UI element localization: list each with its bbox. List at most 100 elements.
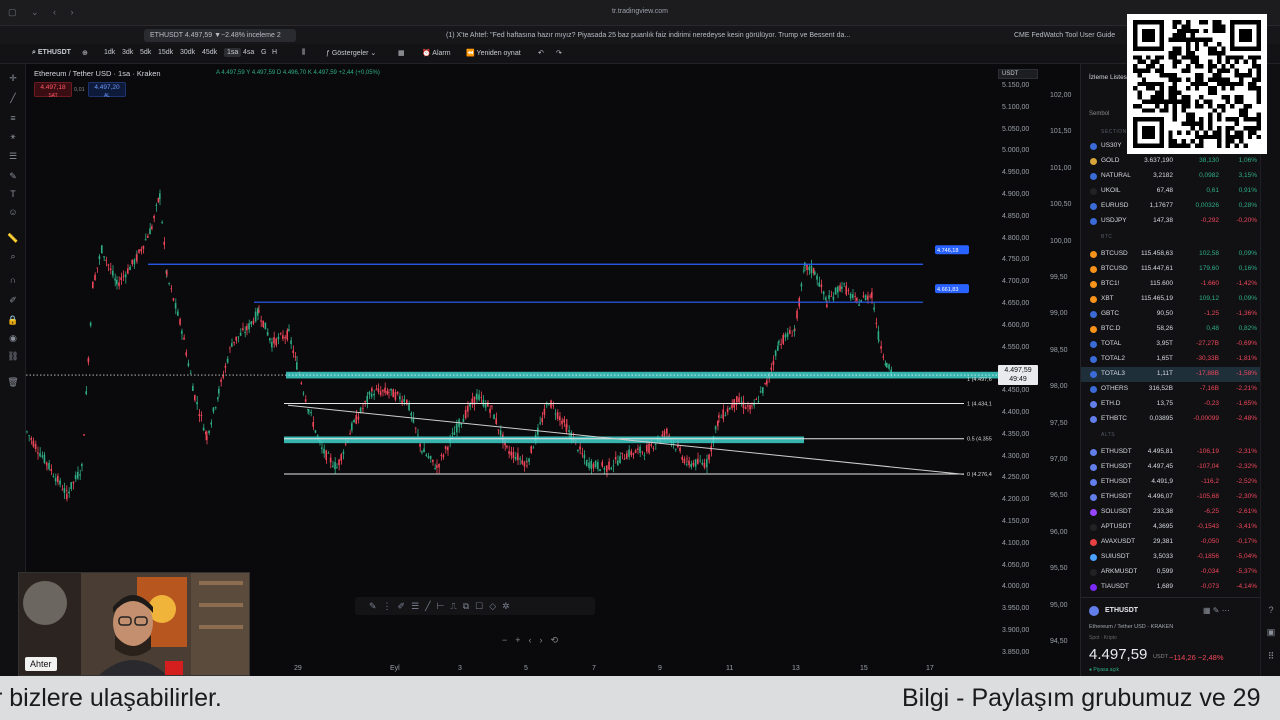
buy-button[interactable]: 4.497,20 AL (88, 82, 126, 99)
interval-1h[interactable]: 1sa (224, 48, 242, 57)
watchlist-row[interactable]: TOTAL2 1,65T -30,33B -1,81% (1081, 352, 1261, 367)
add-symbol-icon[interactable]: ⊕ (82, 49, 88, 57)
qr-module (1256, 95, 1261, 100)
interval-45m[interactable]: 45dk (202, 49, 217, 56)
crosshair-icon[interactable]: ✛ (7, 72, 19, 84)
detail-symbol[interactable]: ETHUSDT (1105, 607, 1138, 614)
watchlist-row[interactable]: ETH.D 13,75 -0,23 -1,65% (1081, 397, 1261, 412)
candle-body (588, 462, 590, 468)
price-tick-label: 4.150,00 (1002, 518, 1030, 525)
watchlist-row[interactable]: GBTC 90,50 -1,25 -1,36% (1081, 307, 1261, 322)
horizontal-lines-icon[interactable]: ≡ (7, 112, 19, 124)
emoji-icon[interactable]: ☺ (7, 206, 19, 218)
magnet-icon[interactable]: ∩ (7, 274, 19, 286)
watchlist-row[interactable]: TOTAL 3,95T -27,27B -0,69% (1081, 337, 1261, 352)
watchlist-row[interactable]: ETHUSDT 4.496,07 -105,68 -2,30% (1081, 490, 1261, 505)
pencil-lock-icon[interactable]: ✐ (7, 294, 19, 306)
tab-cme-fedwatch[interactable]: CME FedWatch Tool User Guide (1008, 29, 1126, 42)
fib-icon[interactable]: ☰ (7, 150, 19, 162)
watchlist-row[interactable]: BTCUSD 115.447,61 179,60 0,16% (1081, 262, 1261, 277)
apps-grid-icon[interactable]: ⠿ (1265, 650, 1277, 662)
candle-body (66, 493, 68, 500)
section-btc[interactable]: BTC (1101, 234, 1113, 240)
currency-selector[interactable]: USDT (998, 69, 1038, 79)
qr-module (1194, 134, 1200, 140)
undo-icon[interactable]: ↶ (538, 49, 544, 57)
browser-nav-icons[interactable]: ▢ ⌄ ‹ › (8, 7, 80, 18)
address-bar[interactable]: tr.tradingview.com (560, 8, 720, 15)
watchlist-row[interactable]: ETHUSDT 4.495,81 -106,19 -2,31% (1081, 445, 1261, 460)
alarm-button[interactable]: ⏰ Alarm (422, 49, 451, 57)
eye-icon[interactable]: ◉ (7, 332, 19, 344)
indicators-button[interactable]: ƒ Göstergeler ⌄ (326, 49, 376, 57)
qr-module (1199, 20, 1204, 25)
watchlist-row[interactable]: OTHERS 316,52B -7,16B -2,21% (1081, 382, 1261, 397)
tab-x-post[interactable]: (1) X'te Ahtef: "Fed haftasına hazır mıy… (440, 29, 860, 42)
interval-30m[interactable]: 30dk (180, 49, 195, 56)
percent-axis[interactable]: 102,00 101,50 101,00 100,50 100,00 99,50 99,00… (1046, 64, 1080, 676)
watchlist-row[interactable]: AVAXUSDT 29,381 -0,050 -0,17% (1081, 535, 1261, 550)
layout-grid-icon[interactable]: ▦ (398, 49, 405, 57)
interval-d[interactable]: G (261, 49, 266, 56)
qr-module (1190, 139, 1195, 144)
trash-icon[interactable]: 🗑 (7, 376, 19, 388)
section-header[interactable]: SECTION (1101, 129, 1127, 135)
help-icon[interactable]: ? (1265, 604, 1277, 616)
watchlist-title[interactable]: İzleme Listesi (1089, 74, 1128, 81)
watchlist-row[interactable]: APTUSDT 4,3695 -0,1543 -3,41% (1081, 520, 1261, 535)
trendline-icon[interactable]: ╱ (7, 92, 19, 104)
ruler-icon[interactable]: 📏 (7, 232, 19, 244)
watchlist-row[interactable]: NATURAL 3,2182 0,0982 3,15% (1081, 169, 1261, 184)
drawing-floating-toolbar[interactable]: ✎⋮✐☰╱⊢⎍⧉☐◇✲ (355, 597, 595, 615)
zoom-controls[interactable]: −+‹›⟲ (502, 633, 592, 647)
section-alts[interactable]: ALTS (1101, 432, 1115, 438)
candle-body (628, 449, 630, 457)
watchlist-change: -27,27B (1196, 340, 1219, 347)
watchlist-row[interactable]: USDJPY 147,38 -0,292 -0,20% (1081, 214, 1261, 229)
detail-change: −114,26 −2,48% (1169, 653, 1224, 662)
brush-icon[interactable]: ✎ (7, 170, 19, 182)
watchlist-row[interactable]: XBT 115.465,19 109,12 0,09% (1081, 292, 1261, 307)
watchlist-row[interactable]: TOTAL3 1,11T -17,88B -1,58% (1081, 367, 1261, 382)
link-icon[interactable]: ⛓ (7, 350, 19, 362)
symbol-search-button[interactable]: ⌕ ETHUSDT (32, 49, 71, 57)
zoom-icon[interactable]: ⌕ (7, 250, 19, 262)
sell-button[interactable]: 4.497,18 SAT (34, 82, 72, 99)
redo-icon[interactable]: ↷ (556, 49, 562, 57)
watchlist-row[interactable]: GOLD 3.637,190 38,130 1,06% (1081, 154, 1261, 169)
watchlist-row[interactable]: EURUSD 1,17677 0,00326 0,28% (1081, 199, 1261, 214)
watchlist-row[interactable]: ETHUSDT 4.491,9 -116,2 -2,52% (1081, 475, 1261, 490)
interval-4h[interactable]: 4sa (243, 49, 254, 56)
watchlist-row[interactable]: BTC.D 58,26 0,48 0,82% (1081, 322, 1261, 337)
watchlist-row[interactable]: BTC1! 115.600 -1.660 -1,42% (1081, 277, 1261, 292)
detail-actions-icons[interactable]: ▦ ✎ ⋯ (1203, 606, 1230, 615)
watchlist-row[interactable]: ETHUSDT 4.497,45 -107,04 -2,32% (1081, 460, 1261, 475)
qr-module (1181, 99, 1186, 104)
candle-body (834, 287, 837, 295)
watchlist-change-pct: 0,91% (1238, 187, 1257, 194)
watchlist-row[interactable]: TIAUSDT 1,689 -0,073 -4,14% (1081, 580, 1261, 595)
interval-3m[interactable]: 3dk (122, 49, 133, 56)
tab-ethusdt[interactable]: ETHUSDT 4.497,59 ▼−2.48% inceleme 2 (144, 29, 296, 42)
candle-type-icon[interactable]: ⫼ (302, 49, 305, 57)
interval-w[interactable]: H (272, 49, 277, 56)
watchlist-row[interactable]: ARKMUSDT 0,599 -0,034 -5,37% (1081, 565, 1261, 580)
text-icon[interactable]: T (7, 188, 19, 200)
watchlist-row[interactable]: SOLUSDT 233,38 -6,25 -2,61% (1081, 505, 1261, 520)
watchlist-row[interactable]: SUIUSDT 3,5033 -0,1856 -5,04% (1081, 550, 1261, 565)
percent-tick-label: 101,00 (1050, 164, 1072, 172)
qr-module (1172, 24, 1178, 29)
interval-5m[interactable]: 5dk (140, 49, 151, 56)
interval-15m[interactable]: 15dk (158, 49, 173, 56)
calendar-icon[interactable]: ▣ (1265, 626, 1277, 638)
watchlist-row[interactable]: BTCUSD 115.458,63 102,58 0,09% (1081, 247, 1261, 262)
lock-icon[interactable]: 🔒 (7, 314, 19, 326)
price-axis[interactable]: USDT 5.150,00 5.100,00 5.050,00 5.000,00 4.9… (998, 64, 1046, 676)
watchlist-row[interactable]: UKOIL 67,48 0,61 0,91% (1081, 184, 1261, 199)
qr-module (1168, 77, 1173, 82)
watchlist-column-symbol[interactable]: Sembol (1089, 111, 1109, 117)
interval-1m[interactable]: 1dk (104, 49, 115, 56)
replay-button[interactable]: ⏪ Yeniden oynat (466, 49, 521, 57)
fork-icon[interactable]: ⚹ (7, 130, 19, 142)
watchlist-row[interactable]: ETHBTC 0,03895 -0,00099 -2,48% (1081, 412, 1261, 427)
